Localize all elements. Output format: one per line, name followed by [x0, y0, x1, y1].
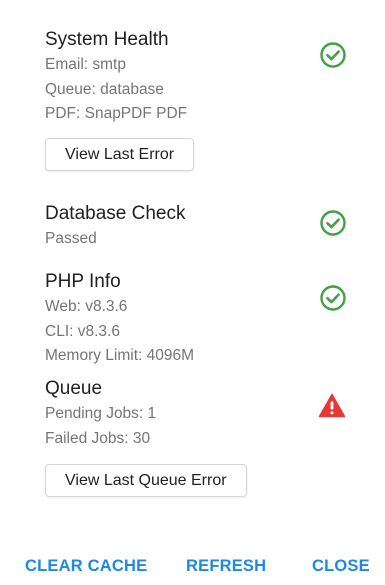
close-button[interactable]: CLOSE [312, 555, 370, 577]
failed-jobs-text: Failed Jobs: 30 [45, 429, 151, 447]
memory-limit-text: Memory Limit: 4096M [45, 347, 195, 364]
view-last-error-button[interactable]: View Last Error [45, 138, 195, 171]
refresh-button[interactable]: REFRESH [186, 555, 266, 577]
check-circle-icon [320, 210, 346, 236]
check-circle-icon [320, 285, 346, 311]
warning-triangle-icon [318, 393, 346, 418]
pdf-driver-text: PDF: SnapPDF PDF [45, 105, 188, 122]
php-cli-version-text: CLI: v8.3.6 [45, 322, 120, 340]
clear-cache-button[interactable]: CLEAR CACHE [25, 555, 147, 577]
view-last-queue-error-button[interactable]: View Last Queue Error [45, 464, 247, 497]
queue-driver-text: Queue: database [45, 80, 164, 98]
check-circle-icon [320, 42, 346, 68]
